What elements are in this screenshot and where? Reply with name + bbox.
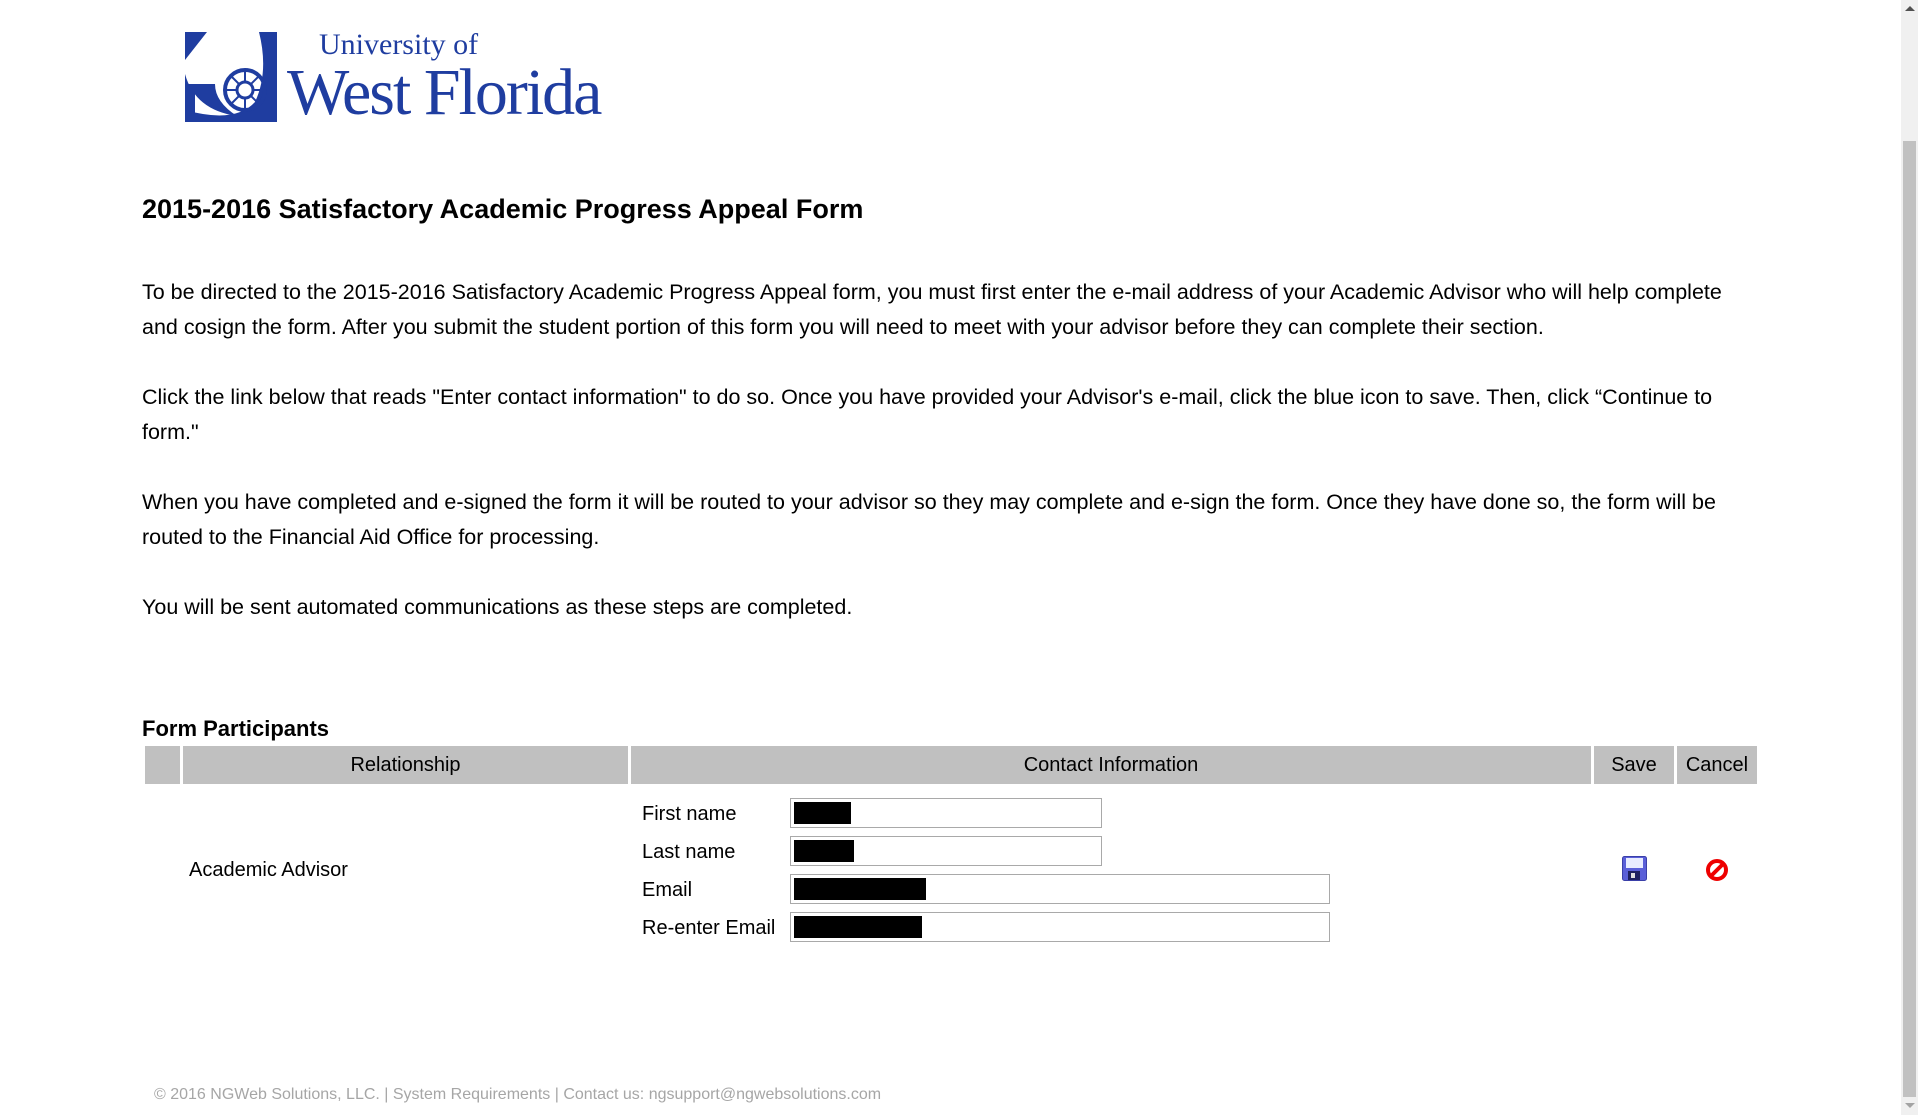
redacted-value: [794, 802, 851, 824]
last-name-label: Last name: [642, 841, 736, 863]
university-logo: University of West Florida: [185, 28, 610, 128]
instructions-paragraph: To be directed to the 2015-2016 Satisfac…: [142, 280, 1722, 339]
column-header-relationship: Relationship: [183, 746, 628, 784]
last-name-input[interactable]: [790, 836, 1102, 866]
column-header-blank: [145, 746, 180, 784]
column-header-cancel: Cancel: [1677, 746, 1757, 784]
scrollbar-thumb[interactable]: [1903, 141, 1916, 1097]
first-name-label: First name: [642, 803, 737, 825]
scroll-up-arrow-icon[interactable]: [1905, 6, 1915, 11]
footer: © 2016 NGWeb Solutions, LLC. | System Re…: [154, 1086, 882, 1103]
relationship-value: Academic Advisor: [189, 859, 348, 881]
scroll-down-arrow-icon[interactable]: [1905, 1103, 1915, 1108]
email-input[interactable]: [790, 874, 1330, 904]
instructions-paragraph: When you have completed and e-signed the…: [142, 490, 1716, 549]
form-participants-heading: Form Participants: [142, 716, 330, 741]
floppy-disk-icon[interactable]: [1622, 856, 1647, 881]
reenter-email-input[interactable]: [790, 912, 1330, 942]
nautilus-shell-icon: [185, 32, 277, 122]
email-label: Email: [642, 879, 693, 901]
column-header-save: Save: [1594, 746, 1674, 784]
redacted-value: [794, 878, 926, 900]
logo-line-2: West Florida: [287, 56, 602, 129]
cancel-circle-slash-icon[interactable]: [1705, 858, 1729, 882]
redacted-value: [794, 840, 854, 862]
page-title: 2015-2016 Satisfactory Academic Progress…: [142, 194, 864, 224]
vertical-scrollbar[interactable]: [1901, 0, 1918, 1115]
first-name-input[interactable]: [790, 798, 1102, 828]
reenter-email-label: Re-enter Email: [642, 917, 776, 939]
instructions-paragraph: Click the link below that reads "Enter c…: [142, 385, 1713, 444]
instructions-paragraph: You will be sent automated communication…: [142, 595, 853, 619]
redacted-value: [794, 916, 922, 938]
column-header-contact-information: Contact Information: [631, 746, 1591, 784]
